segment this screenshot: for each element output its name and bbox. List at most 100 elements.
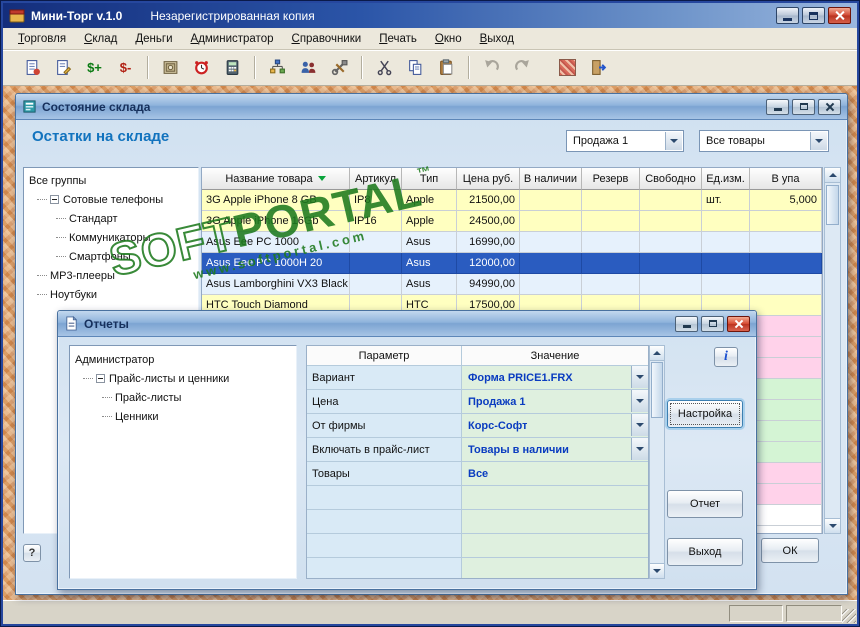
contacts-button[interactable] [293, 54, 324, 81]
vertical-scrollbar[interactable] [824, 167, 841, 534]
collapse-icon[interactable] [50, 195, 59, 204]
param-value-cell[interactable]: Все [462, 462, 648, 486]
minimize-button[interactable] [766, 98, 789, 115]
money-expense-button[interactable]: $- [110, 54, 141, 81]
exit-button[interactable]: Выход [667, 538, 743, 566]
table-row[interactable]: 3G Apple iPhone 8 GB IP8 Apple 21500,00 … [202, 190, 822, 211]
tree-node[interactable]: Ноутбуки [24, 285, 198, 304]
menu-item-administrator[interactable]: Администратор [182, 30, 283, 48]
calculator-button[interactable] [217, 54, 248, 81]
scroll-down-button[interactable] [825, 518, 840, 533]
menu-item-pechat[interactable]: Печать [370, 30, 426, 48]
menu-item-okno[interactable]: Окно [426, 30, 471, 48]
maximize-button[interactable] [802, 7, 825, 24]
new-document-button[interactable] [17, 54, 48, 81]
tree-node[interactable]: Прайс-листы и ценники [70, 369, 296, 388]
close-button[interactable] [727, 315, 750, 332]
tree-node-root[interactable]: Администратор [70, 350, 296, 369]
param-dropdown-button[interactable] [631, 438, 648, 460]
column-header-type[interactable]: Тип [402, 168, 457, 190]
report-button[interactable]: Отчет [667, 490, 743, 518]
table-cell [750, 232, 822, 253]
close-button[interactable] [818, 98, 841, 115]
combo-dropdown-button[interactable] [810, 132, 827, 150]
menu-item-spravochniki[interactable]: Справочники [283, 30, 371, 48]
close-button[interactable] [828, 7, 851, 24]
edit-document-button[interactable] [48, 54, 79, 81]
menu-item-dengi[interactable]: Деньги [126, 30, 181, 48]
table-cell: 94990,00 [457, 274, 520, 295]
goods-filter-combobox[interactable]: Все товары [699, 130, 829, 152]
tree-node[interactable]: Коммуникаторы [24, 228, 198, 247]
tree-node[interactable]: Стандарт [24, 209, 198, 228]
vertical-scrollbar[interactable] [649, 345, 665, 579]
menu-item-sklad[interactable]: Склад [75, 30, 126, 48]
param-value-cell[interactable]: Корс-Софт [462, 414, 648, 438]
column-header-article[interactable]: Артикул [350, 168, 402, 190]
scrollbar-thumb[interactable] [651, 362, 663, 418]
menu-item-vyhod[interactable]: Выход [471, 30, 523, 48]
column-header-unit[interactable]: Ед.изм. [702, 168, 750, 190]
table-row[interactable]: Asus Eee PC 1000 Asus 16990,00 [202, 232, 822, 253]
collapse-icon[interactable] [96, 374, 105, 383]
warehouse-titlebar[interactable]: Состояние склада [16, 94, 847, 120]
param-value-cell[interactable]: Продажа 1 [462, 390, 648, 414]
tree-node-root[interactable]: Все группы [24, 171, 198, 190]
money-income-button[interactable]: $+ [79, 54, 110, 81]
combo-dropdown-button[interactable] [665, 132, 682, 150]
scroll-up-button[interactable] [650, 346, 664, 361]
minimize-button[interactable] [776, 7, 799, 24]
table-row-selected[interactable]: Asus Eee PC 1000H 20 Asus 12000,00 [202, 253, 822, 274]
tree-node[interactable]: Смартфоны [24, 247, 198, 266]
param-dropdown-button[interactable] [631, 366, 648, 388]
sort-icon [317, 176, 326, 181]
table-row[interactable]: 3G Apple iPhone 16Gb IP16 Apple 24500,00 [202, 211, 822, 232]
skin-button[interactable] [552, 54, 583, 81]
redo-button[interactable] [507, 54, 538, 81]
help-button[interactable]: ? [23, 544, 41, 562]
resize-grip[interactable] [842, 609, 856, 623]
tools-button[interactable] [324, 54, 355, 81]
maximize-button[interactable] [792, 98, 815, 115]
column-header-reserve[interactable]: Резерв [582, 168, 640, 190]
param-value-cell[interactable]: Форма PRICE1.FRX [462, 366, 648, 390]
tree-connector [102, 416, 112, 417]
copy-icon [409, 60, 422, 75]
cut-button[interactable] [369, 54, 400, 81]
money-minus-icon: $- [119, 60, 132, 75]
ok-button[interactable]: ОК [761, 538, 819, 563]
maximize-button[interactable] [701, 315, 724, 332]
safe-button[interactable] [155, 54, 186, 81]
param-dropdown-button[interactable] [631, 390, 648, 412]
exit-button[interactable] [583, 54, 614, 81]
param-dropdown-button[interactable] [631, 414, 648, 436]
paste-button[interactable] [431, 54, 462, 81]
column-header-name[interactable]: Название товара [202, 168, 350, 190]
minimize-button[interactable] [675, 315, 698, 332]
column-header-pack[interactable]: В упа [750, 168, 822, 190]
tree-node-label: Прайс-листы [115, 391, 182, 404]
column-header-price[interactable]: Цена руб. [457, 168, 520, 190]
alarm-button[interactable] [186, 54, 217, 81]
column-header-free[interactable]: Свободно [640, 168, 702, 190]
structure-button[interactable] [262, 54, 293, 81]
param-value-cell[interactable]: Товары в наличии [462, 438, 648, 462]
scroll-up-button[interactable] [825, 168, 840, 183]
copy-button[interactable] [400, 54, 431, 81]
reports-titlebar[interactable]: Отчеты [58, 311, 756, 337]
scroll-down-button[interactable] [650, 563, 664, 578]
tree-node[interactable]: Ценники [70, 407, 296, 426]
toolbar-separator [147, 56, 149, 79]
menu-item-torgovlya[interactable]: Торговля [9, 30, 75, 48]
table-row[interactable]: Asus Lamborghini VX3 Black Asus 94990,00 [202, 274, 822, 295]
tree-node[interactable]: МР3-плееры [24, 266, 198, 285]
tree-node[interactable]: Сотовые телефоны [24, 190, 198, 209]
main-titlebar[interactable]: Мини-Торг v.1.0 Незарегистрированная коп… [3, 3, 857, 28]
scrollbar-thumb[interactable] [826, 185, 839, 225]
tree-node[interactable]: Прайс-листы [70, 388, 296, 407]
undo-button[interactable] [476, 54, 507, 81]
settings-button[interactable]: Настройка [667, 400, 743, 428]
column-header-available[interactable]: В наличии [520, 168, 582, 190]
info-button[interactable]: i [714, 347, 738, 367]
price-type-combobox[interactable]: Продажа 1 [566, 130, 684, 152]
